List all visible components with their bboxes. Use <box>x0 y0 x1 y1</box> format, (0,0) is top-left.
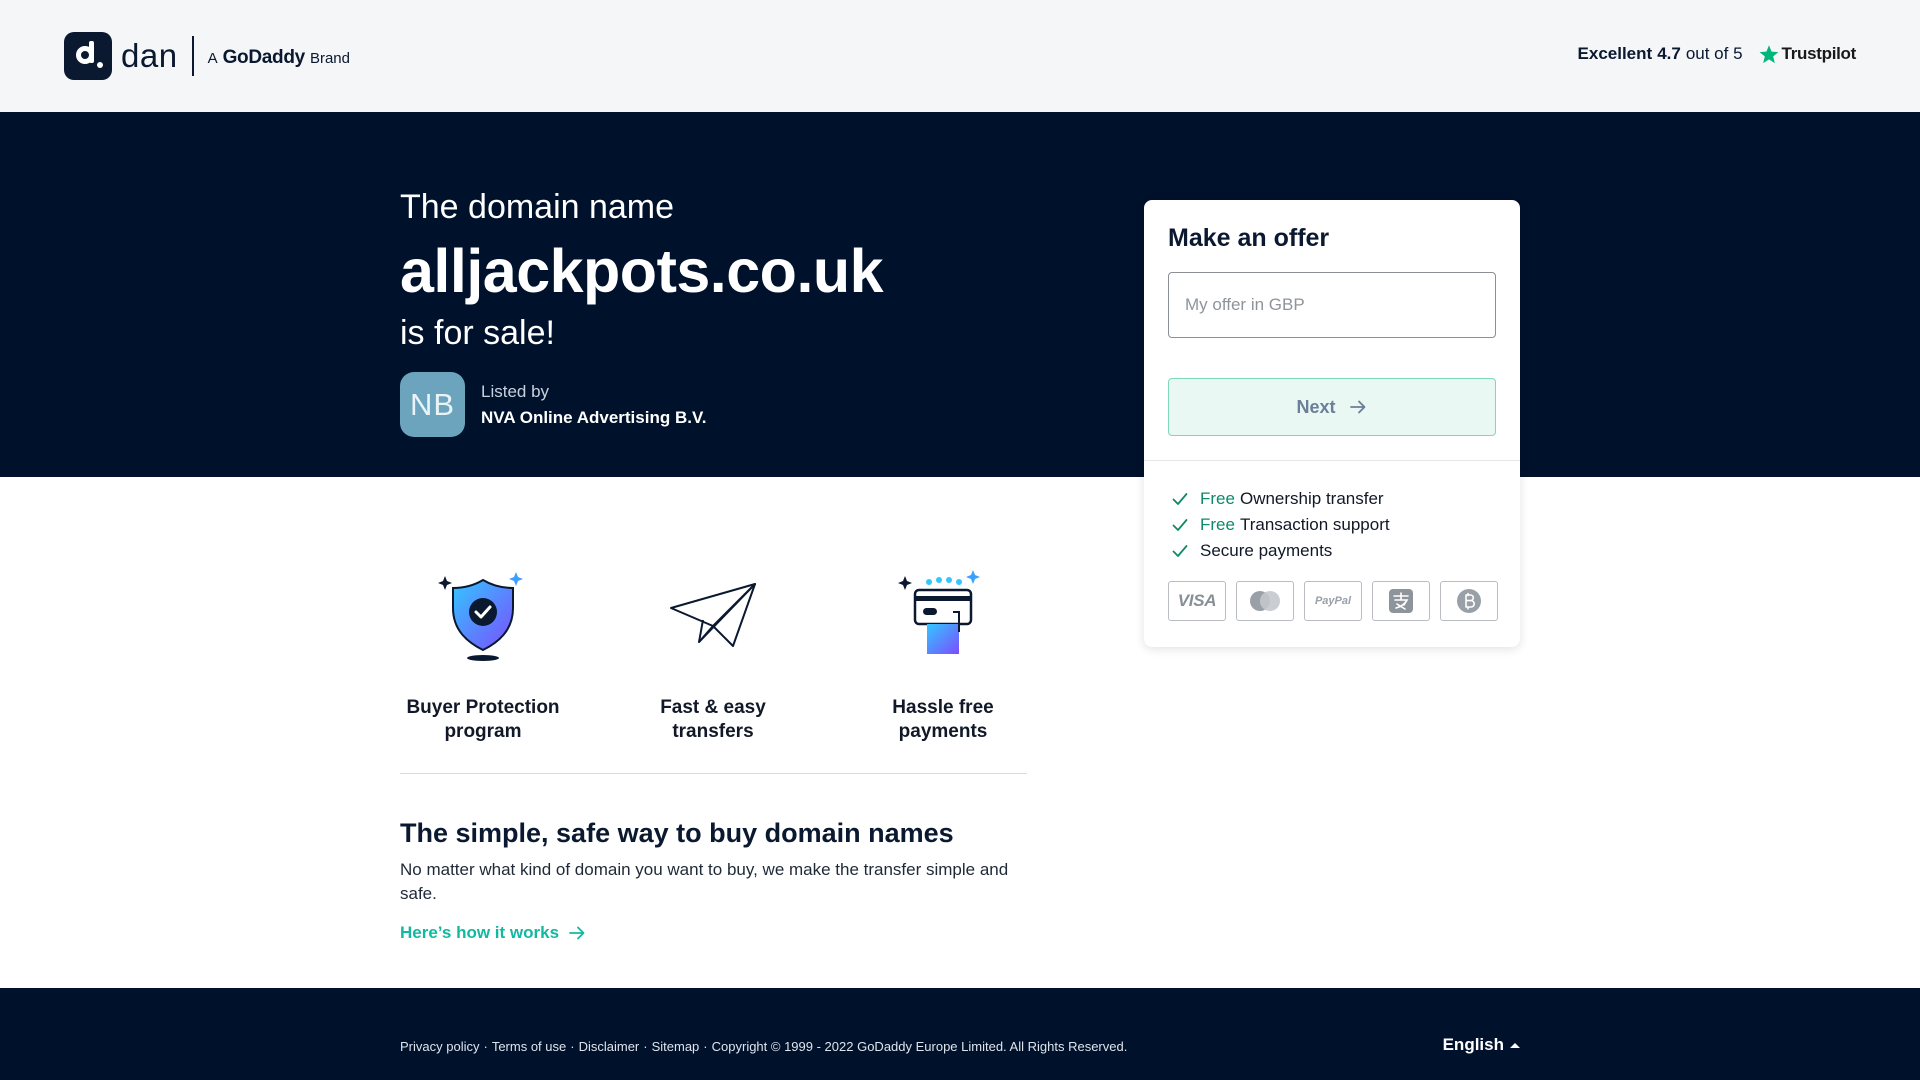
shield-check-icon <box>438 572 523 661</box>
feature-text: Ownership transfer <box>1239 489 1384 508</box>
perk-label-line2: payments <box>898 721 988 742</box>
check-icon <box>1172 492 1188 506</box>
godaddy-brand: A GoDaddy Brand <box>208 47 350 69</box>
paper-plane-icon <box>670 583 756 647</box>
rating-word: Excellent <box>1577 44 1653 63</box>
arrow-right-icon <box>567 923 587 943</box>
perk-label-line1: Fast & easy <box>660 697 766 718</box>
brand-suffix: Brand <box>309 50 350 67</box>
footer-separator: · <box>643 1039 648 1054</box>
feature-text: Secure payments <box>1200 541 1333 560</box>
perk-fast-transfers: Fast & easy transfers <box>628 566 798 744</box>
dan-logo[interactable]: dan A GoDaddy Brand <box>64 32 350 80</box>
perk-label-line1: Hassle free <box>892 697 994 718</box>
hero-pre-text: The domain name <box>400 188 675 226</box>
seller-avatar: NB <box>400 372 465 437</box>
language-label: English <box>1442 1035 1504 1054</box>
footer-separator: · <box>483 1039 488 1054</box>
mastercard-icon <box>1236 581 1294 621</box>
paypal-label: PayPal <box>1314 595 1352 607</box>
hero-heading: The domain name alljackpots.co.uk is for… <box>400 188 884 352</box>
next-button[interactable]: Next <box>1168 378 1496 436</box>
visa-icon: VISA <box>1168 581 1226 621</box>
brand-prefix: A <box>207 50 218 67</box>
bitcoin-icon <box>1440 581 1498 621</box>
visa-label: VISA <box>1177 591 1217 610</box>
payment-methods: VISA PayPal <box>1168 581 1498 621</box>
logo-divider <box>191 36 194 76</box>
perk-buyer-protection: Buyer Protection program <box>398 566 568 744</box>
page-footer: Privacy policy · Terms of use · Disclaim… <box>0 988 1920 1080</box>
section-title: The simple, safe way to buy domain names <box>400 818 954 848</box>
perk-label-line1: Buyer Protection <box>406 697 560 718</box>
offer-features-list: Free Ownership transfer Free Transaction… <box>1172 486 1390 564</box>
hero-banner: The domain name alljackpots.co.uk is for… <box>0 112 1920 477</box>
make-offer-card: Make an offer Next Free Ownership transf… <box>1144 200 1520 647</box>
trustpilot-rating[interactable]: Excellent 4.7 out of 5 Trustpilot <box>1578 44 1856 64</box>
brand-name: GoDaddy <box>222 47 306 68</box>
top-header: dan A GoDaddy Brand Excellent 4.7 out of… <box>0 0 1920 112</box>
logo-text: dan <box>121 37 178 74</box>
privacy-policy-link[interactable]: Privacy policy <box>400 1039 479 1054</box>
perk-label: Hassle free payments <box>858 696 1028 744</box>
dan-logo-icon <box>64 32 112 80</box>
trustpilot-star-icon <box>1759 45 1778 64</box>
trustpilot-logo: Trustpilot <box>1759 44 1856 64</box>
arrow-right-icon <box>1348 397 1368 417</box>
footer-separator: · <box>570 1039 575 1054</box>
seller-info: NB Listed by NVA Online Advertising B.V. <box>400 372 706 437</box>
how-it-works-label: Here’s how it works <box>400 923 560 942</box>
card-divider <box>1144 460 1520 461</box>
check-icon <box>1172 518 1188 532</box>
alipay-icon <box>1372 581 1430 621</box>
chevron-up-icon <box>1510 1042 1520 1048</box>
feature-item: Secure payments <box>1172 538 1390 564</box>
language-selector[interactable]: English <box>1443 1035 1520 1055</box>
offer-title: Make an offer <box>1168 224 1330 252</box>
feature-free-tag: Free <box>1200 489 1235 508</box>
listed-by-label: Listed by <box>481 381 550 401</box>
trustpilot-label: Trustpilot <box>1781 44 1857 63</box>
domain-name: alljackpots.co.uk <box>400 237 884 305</box>
sitemap-link[interactable]: Sitemap <box>652 1039 700 1054</box>
perk-label-line2: program <box>444 721 522 742</box>
disclaimer-link[interactable]: Disclaimer <box>579 1039 640 1054</box>
seller-name: NVA Online Advertising B.V. <box>481 407 707 427</box>
perk-label-line2: transfers <box>672 721 754 742</box>
copyright-text: Copyright © 1999 - 2022 GoDaddy Europe L… <box>711 1039 1128 1054</box>
how-it-works-link[interactable]: Here’s how it works <box>400 923 587 943</box>
feature-item: Free Transaction support <box>1172 512 1390 538</box>
check-icon <box>1172 544 1188 558</box>
hero-post-text: is for sale! <box>400 314 555 352</box>
footer-separator: · <box>703 1039 708 1054</box>
offer-amount-input[interactable] <box>1168 272 1496 338</box>
perk-hassle-free-payments: Hassle free payments <box>858 566 1028 744</box>
feature-item: Free Ownership transfer <box>1172 486 1390 512</box>
seller-text: Listed by NVA Online Advertising B.V. <box>481 382 706 428</box>
next-button-label: Next <box>1296 396 1336 417</box>
card-hand-icon <box>898 570 980 654</box>
section-body: No matter what kind of domain you want t… <box>400 860 1009 903</box>
perk-label: Fast & easy transfers <box>628 696 798 744</box>
rating-suffix: out of 5 <box>1685 44 1743 63</box>
perk-label: Buyer Protection program <box>398 696 568 744</box>
feature-free-tag: Free <box>1200 515 1235 534</box>
footer-links: Privacy policy · Terms of use · Disclaim… <box>400 1039 1127 1054</box>
feature-text: Transaction support <box>1239 515 1390 534</box>
rating-score: 4.7 <box>1657 44 1681 63</box>
section-divider <box>400 773 1027 774</box>
paypal-icon: PayPal <box>1304 581 1362 621</box>
terms-of-use-link[interactable]: Terms of use <box>492 1039 566 1054</box>
